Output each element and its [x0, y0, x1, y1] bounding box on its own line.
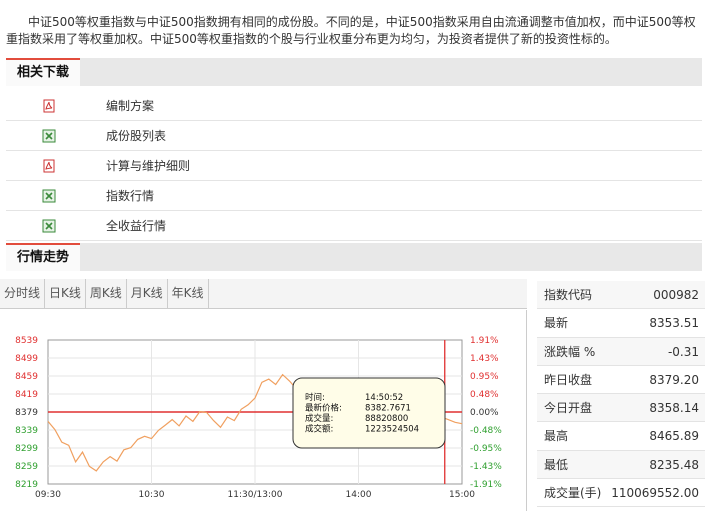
- x-tick-label: 09:30: [35, 490, 61, 500]
- quote-value: 8358.14: [649, 401, 699, 416]
- quote-table: 指数代码 000982 最新 8353.51 涨跌幅 % -0.31 昨日收盘 8379…: [537, 281, 705, 508]
- quote-row: 最低 8235.48: [537, 450, 705, 480]
- downloads-section-header: 相关下载: [6, 58, 702, 86]
- y-tick-label: 8539: [15, 336, 38, 346]
- tooltip-label: 最新价格:: [305, 403, 342, 414]
- market-section-header: 行情走势: [6, 243, 702, 271]
- tooltip-value: 88820800: [365, 414, 408, 424]
- quote-value: -0.31: [667, 344, 699, 359]
- download-list: 编制方案 成份股列表 计算与维护细则 指数行情 全收益行情: [6, 91, 702, 241]
- y-right-tick-label: -1.91%: [470, 480, 502, 490]
- quote-value: 8235.48: [649, 457, 699, 472]
- tab-yearly-k[interactable]: 年K线: [168, 279, 209, 308]
- download-item[interactable]: 指数行情: [6, 181, 702, 211]
- chart-period-tabs: 分时线 日K线 周K线 月K线 年K线: [0, 279, 527, 309]
- y-tick-label: 8259: [15, 462, 38, 472]
- quote-value: 8379.20: [649, 372, 699, 387]
- quote-value: 000982: [653, 288, 699, 302]
- y-tick-label: 8419: [15, 390, 38, 400]
- download-item-label[interactable]: 成份股列表: [106, 121, 166, 151]
- quote-value: 8353.51: [649, 316, 699, 331]
- y-right-tick-label: 0.95%: [470, 372, 499, 382]
- download-item-label[interactable]: 指数行情: [106, 181, 154, 211]
- y-tick-label: 8219: [15, 480, 38, 490]
- download-item[interactable]: 全收益行情: [6, 211, 702, 241]
- y-right-tick-label: -0.95%: [470, 444, 502, 454]
- x-tick-label: 15:00: [449, 490, 475, 500]
- index-description: 中证500等权重指数与中证500指数拥有相同的成份股。不同的是，中证500指数采…: [6, 15, 696, 46]
- y-right-tick-label: 1.91%: [470, 336, 499, 346]
- quote-row: 涨跌幅 % -0.31: [537, 337, 705, 366]
- quote-value: 8465.89: [649, 429, 699, 444]
- quote-label: 最高: [544, 429, 569, 444]
- x-tick-label: 11:30/13:00: [228, 490, 283, 500]
- tooltip-label: 成交额:: [305, 424, 333, 435]
- quote-row: 指数代码 000982: [537, 281, 705, 310]
- tooltip-value: 8382.7671: [365, 404, 411, 414]
- quote-label: 指数代码: [544, 288, 593, 302]
- tab-intraday[interactable]: 分时线: [0, 279, 46, 308]
- y-tick-label: 8299: [15, 444, 38, 454]
- y-tick-label: 8459: [15, 372, 38, 382]
- downloads-tab[interactable]: 相关下载: [6, 58, 81, 86]
- intraday-chart-svg[interactable]: 8539 1.91% 8499 1.43% 8459 0.95% 8419 0.48% 8379…: [0, 310, 526, 511]
- quote-row: 昨日收盘 8379.20: [537, 366, 705, 395]
- quote-label: 涨跌幅 %: [544, 344, 596, 359]
- quote-row: 最高 8465.89: [537, 422, 705, 451]
- quote-label: 最新: [544, 316, 569, 331]
- x-tick-label: 10:30: [139, 490, 165, 500]
- pdf-icon: [43, 159, 55, 173]
- download-item[interactable]: 计算与维护细则: [6, 151, 702, 181]
- quote-row: 今日开盘 8358.14: [537, 394, 705, 423]
- tab-monthly-k[interactable]: 月K线: [127, 279, 168, 308]
- y-right-tick-label: -1.43%: [470, 462, 502, 472]
- tab-daily-k[interactable]: 日K线: [45, 279, 86, 308]
- quote-label: 今日开盘: [544, 401, 593, 416]
- tooltip-label: 成交量:: [305, 413, 333, 424]
- quote-label: 昨日收盘: [544, 372, 593, 387]
- download-item-label[interactable]: 全收益行情: [106, 211, 166, 241]
- download-item-label[interactable]: 计算与维护细则: [106, 151, 190, 181]
- tooltip-value: 14:50:52: [365, 393, 403, 403]
- quote-label: 最低: [544, 457, 569, 472]
- excel-icon: [42, 189, 56, 203]
- x-tick-label: 14:00: [346, 490, 372, 500]
- tooltip-label: 时间:: [305, 392, 325, 403]
- quote-row: 最新 8353.51: [537, 309, 705, 338]
- download-item[interactable]: 编制方案: [6, 91, 702, 121]
- excel-icon: [42, 129, 56, 143]
- tooltip-value: 1223524504: [365, 425, 419, 435]
- tab-weekly-k[interactable]: 周K线: [86, 279, 127, 308]
- download-item-label[interactable]: 编制方案: [106, 91, 154, 121]
- quote-row: 成交量(手) 110069552.00: [537, 479, 705, 508]
- download-item[interactable]: 成份股列表: [6, 121, 702, 151]
- market-tab[interactable]: 行情走势: [6, 243, 81, 271]
- intraday-chart: 8539 1.91% 8499 1.43% 8459 0.95% 8419 0.48% 8379…: [0, 310, 527, 511]
- pdf-icon: [43, 99, 55, 113]
- y-tick-label: 8339: [15, 426, 38, 436]
- excel-icon: [42, 219, 56, 233]
- y-tick-label: 8499: [15, 354, 38, 364]
- quote-label: 成交量(手): [544, 486, 602, 501]
- y-tick-label: 8379: [15, 408, 38, 418]
- y-right-tick-label: 0.48%: [470, 390, 499, 400]
- y-right-tick-label: -0.48%: [470, 426, 502, 436]
- y-right-tick-label: 1.43%: [470, 354, 499, 364]
- quote-value: 110069552.00: [611, 486, 699, 501]
- y-right-tick-label: 0.00%: [470, 408, 499, 418]
